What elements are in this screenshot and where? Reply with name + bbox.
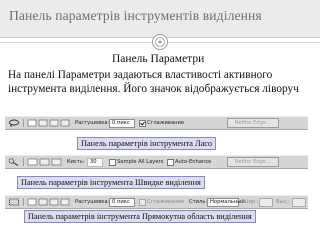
- ornament-icon: [152, 34, 168, 50]
- antialias-label: Сглаживание: [147, 120, 185, 126]
- antialias-checkbox[interactable]: [139, 199, 146, 206]
- feather-input[interactable]: 0 пикс: [109, 198, 135, 207]
- refine-edge-button[interactable]: Refine Edge...: [227, 118, 279, 128]
- height-label: Выс.:: [276, 199, 290, 205]
- brush-label: Кисть:: [67, 159, 85, 165]
- quick-selection-icon[interactable]: [8, 158, 20, 166]
- slide-body-text: На панелі Параметри задаються властивост…: [8, 69, 299, 95]
- refine-edge-button[interactable]: Refine Edge...: [227, 157, 279, 167]
- height-input[interactable]: [292, 198, 306, 207]
- toolbar-separator: [23, 119, 24, 127]
- antialias-label: Сглаживание: [147, 199, 185, 205]
- sample-all-layers-checkbox[interactable]: [109, 159, 116, 166]
- lasso-options-bar: Растушевка: 0 пикс Сглаживание Refine Ed…: [5, 116, 308, 130]
- rectangular-marquee-options-bar: Растушевка: 0 пикс Сглаживание Стиль: Но…: [5, 195, 308, 209]
- slide-title: Панель параметрів інструментів виділення: [9, 8, 262, 23]
- antialias-checkbox[interactable]: [139, 120, 146, 127]
- style-select[interactable]: Нормальный: [207, 198, 245, 207]
- brush-mode-icons[interactable]: [27, 158, 63, 166]
- feather-input[interactable]: 0 пикс: [109, 119, 135, 128]
- lasso-caption: Панель параметрів інструмента Ласо: [77, 137, 217, 150]
- rectangular-marquee-icon[interactable]: [8, 198, 20, 206]
- brush-picker[interactable]: 30: [87, 158, 103, 167]
- slide-subtitle: Панель Параметри: [112, 53, 205, 65]
- style-label: Стиль:: [189, 199, 208, 205]
- feather-label: Растушевка:: [75, 199, 110, 205]
- selection-mode-icons[interactable]: [27, 119, 71, 127]
- quick-selection-options-bar: Кисть: 30 Sample All Layers Auto-Enhance…: [5, 155, 308, 169]
- sample-all-layers-label: Sample All Layers: [117, 159, 164, 165]
- selection-mode-icons[interactable]: [27, 198, 71, 206]
- width-input[interactable]: [259, 198, 273, 207]
- auto-enhance-label: Auto-Enhance: [175, 159, 212, 165]
- width-label: Шир.:: [243, 199, 259, 205]
- rectangular-marquee-caption: Панель параметрів інструмента Прямокутна…: [24, 210, 256, 223]
- quick-selection-caption: Панель параметрів інструмента Швидке вид…: [17, 176, 205, 189]
- lasso-icon[interactable]: [8, 119, 20, 127]
- toolbar-separator: [23, 158, 24, 166]
- toolbar-separator: [23, 198, 24, 206]
- auto-enhance-checkbox[interactable]: [167, 159, 174, 166]
- feather-label: Растушевка:: [75, 120, 110, 126]
